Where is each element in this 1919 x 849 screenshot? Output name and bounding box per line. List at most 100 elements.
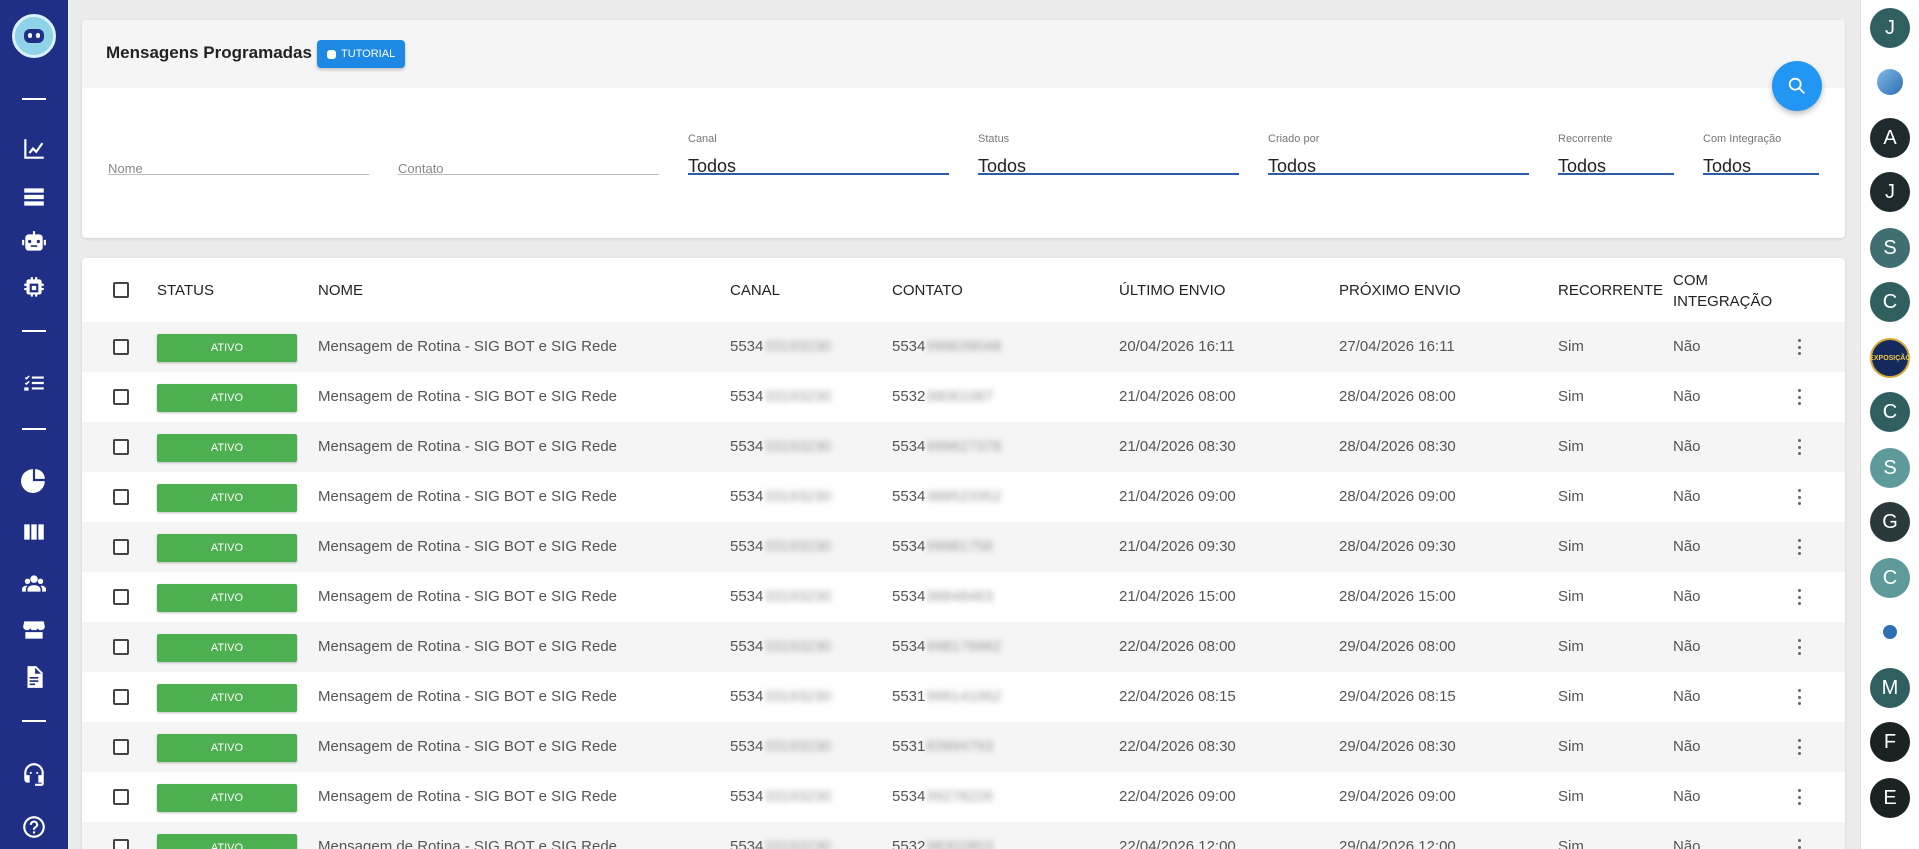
- row-checkbox[interactable]: [113, 639, 129, 655]
- table-row[interactable]: ATIVO Mensagem de Rotina - SIG BOT e SIG …: [82, 472, 1845, 522]
- row-checkbox[interactable]: [113, 339, 129, 355]
- people-icon[interactable]: [19, 569, 49, 599]
- column-header-canal[interactable]: CANAL: [730, 282, 780, 299]
- document-icon[interactable]: [19, 662, 49, 692]
- contato-filter-field[interactable]: Contato: [398, 133, 659, 176]
- column-header-com-integracao[interactable]: COM INTEGRAÇÃO: [1673, 270, 1772, 312]
- row-more-icon[interactable]: [1796, 739, 1802, 755]
- row-more-icon[interactable]: [1796, 539, 1802, 555]
- contact-avatar[interactable]: G: [1870, 502, 1910, 542]
- row-canal-redacted: 33193230: [764, 688, 832, 705]
- contact-avatar[interactable]: [1870, 62, 1910, 102]
- column-header-status[interactable]: STATUS: [157, 282, 214, 299]
- contact-avatar[interactable]: S: [1870, 228, 1910, 268]
- row-checkbox[interactable]: [113, 789, 129, 805]
- contact-avatar[interactable]: C: [1870, 392, 1910, 432]
- row-more-icon[interactable]: [1796, 489, 1802, 505]
- help-icon[interactable]: [19, 812, 49, 842]
- server-icon[interactable]: [19, 182, 49, 212]
- canal-select[interactable]: Canal Todos: [688, 133, 949, 176]
- contact-avatar[interactable]: M: [1870, 668, 1910, 708]
- row-checkbox[interactable]: [113, 489, 129, 505]
- row-more-icon[interactable]: [1796, 439, 1802, 455]
- table-row[interactable]: ATIVO Mensagem de Rotina - SIG BOT e SIG …: [82, 822, 1845, 849]
- row-recorrente: Sim: [1558, 738, 1584, 755]
- row-proximo-envio: 28/04/2026 09:30: [1339, 538, 1456, 555]
- page-title: Mensagens Programadas: [106, 43, 312, 62]
- contact-avatar[interactable]: F: [1870, 722, 1910, 762]
- column-header-recorrente[interactable]: RECORRENTE: [1558, 282, 1663, 299]
- criado-por-select[interactable]: Criado por Todos: [1268, 133, 1529, 176]
- search-button[interactable]: [1772, 61, 1822, 111]
- table-row[interactable]: ATIVO Mensagem de Rotina - SIG BOT e SIG …: [82, 572, 1845, 622]
- row-more-icon[interactable]: [1796, 789, 1802, 805]
- row-nome: Mensagem de Rotina - SIG BOT e SIG Rede: [318, 788, 618, 805]
- row-contato-prefix: 5534: [892, 638, 926, 655]
- column-header-contato[interactable]: CONTATO: [892, 282, 963, 299]
- app-logo[interactable]: [12, 14, 56, 58]
- table-row[interactable]: ATIVO Mensagem de Rotina - SIG BOT e SIG …: [82, 672, 1845, 722]
- contact-avatar[interactable]: J: [1870, 172, 1910, 212]
- tutorial-button[interactable]: TUTORIAL: [317, 40, 406, 68]
- row-more-icon[interactable]: [1796, 339, 1802, 355]
- row-contato: 5534988523352: [892, 488, 1001, 505]
- row-more-icon[interactable]: [1796, 389, 1802, 405]
- row-canal-redacted: 33193230: [764, 788, 832, 805]
- column-header-nome[interactable]: NOME: [318, 282, 363, 299]
- status-badge: ATIVO: [157, 584, 297, 612]
- row-more-icon[interactable]: [1796, 589, 1802, 605]
- row-checkbox[interactable]: [113, 539, 129, 555]
- status-select[interactable]: Status Todos: [978, 133, 1239, 176]
- store-icon[interactable]: [19, 615, 49, 645]
- table-row[interactable]: ATIVO Mensagem de Rotina - SIG BOT e SIG …: [82, 622, 1845, 672]
- contact-avatar[interactable]: [1870, 612, 1910, 652]
- table-row[interactable]: ATIVO Mensagem de Rotina - SIG BOT e SIG …: [82, 322, 1845, 372]
- table-row[interactable]: ATIVO Mensagem de Rotina - SIG BOT e SIG …: [82, 522, 1845, 572]
- contact-avatar[interactable]: A: [1870, 118, 1910, 158]
- row-checkbox[interactable]: [113, 389, 129, 405]
- nav-divider: [22, 428, 46, 430]
- contact-avatar[interactable]: C: [1870, 282, 1910, 322]
- headset-icon[interactable]: [19, 759, 49, 789]
- contact-avatar[interactable]: E: [1870, 778, 1910, 818]
- com-integracao-select[interactable]: Com Integração Todos: [1703, 133, 1819, 176]
- select-all-checkbox[interactable]: [113, 282, 129, 298]
- row-more-icon[interactable]: [1796, 839, 1802, 849]
- chart-line-icon[interactable]: [19, 134, 49, 164]
- row-checkbox[interactable]: [113, 439, 129, 455]
- row-checkbox[interactable]: [113, 689, 129, 705]
- contacts-avatar-rail: J A J S C EXPOSIÇÃO C S G C M F E: [1860, 0, 1919, 849]
- column-header-proximo-envio[interactable]: PRÓXIMO ENVIO: [1339, 282, 1461, 299]
- table-row[interactable]: ATIVO Mensagem de Rotina - SIG BOT e SIG …: [82, 372, 1845, 422]
- column-header-ultimo-envio[interactable]: ÚLTIMO ENVIO: [1119, 282, 1225, 299]
- contact-avatar[interactable]: EXPOSIÇÃO: [1869, 338, 1911, 378]
- row-checkbox[interactable]: [113, 839, 129, 849]
- row-canal: 553433193230: [730, 738, 831, 755]
- contact-avatar[interactable]: S: [1870, 448, 1910, 488]
- row-contato-prefix: 5534: [892, 488, 926, 505]
- table-row[interactable]: ATIVO Mensagem de Rotina - SIG BOT e SIG …: [82, 422, 1845, 472]
- robot-icon[interactable]: [19, 227, 49, 257]
- row-more-icon[interactable]: [1796, 689, 1802, 705]
- status-badge: ATIVO: [157, 534, 297, 562]
- row-checkbox[interactable]: [113, 589, 129, 605]
- contact-avatar[interactable]: J: [1870, 8, 1910, 48]
- row-more-icon[interactable]: [1796, 639, 1802, 655]
- contact-avatar[interactable]: C: [1870, 558, 1910, 598]
- pie-chart-icon[interactable]: [19, 465, 49, 495]
- row-ultimo-envio: 21/04/2026 08:30: [1119, 438, 1236, 455]
- nome-filter-field[interactable]: Nome: [108, 133, 369, 176]
- row-canal: 553433193230: [730, 388, 831, 405]
- checklist-icon[interactable]: [19, 368, 49, 398]
- recorrente-select[interactable]: Recorrente Todos: [1558, 133, 1674, 176]
- table-row[interactable]: ATIVO Mensagem de Rotina - SIG BOT e SIG …: [82, 772, 1845, 822]
- table-row[interactable]: ATIVO Mensagem de Rotina - SIG BOT e SIG …: [82, 722, 1845, 772]
- row-contato-redacted: 998176962: [926, 638, 1002, 655]
- row-checkbox[interactable]: [113, 739, 129, 755]
- row-recorrente: Sim: [1558, 788, 1584, 805]
- criado-por-select-label: Criado por: [1268, 133, 1320, 145]
- chip-icon[interactable]: [19, 273, 49, 303]
- row-nome: Mensagem de Rotina - SIG BOT e SIG Rede: [318, 738, 618, 755]
- columns-icon[interactable]: [19, 517, 49, 547]
- row-ultimo-envio: 21/04/2026 09:00: [1119, 488, 1236, 505]
